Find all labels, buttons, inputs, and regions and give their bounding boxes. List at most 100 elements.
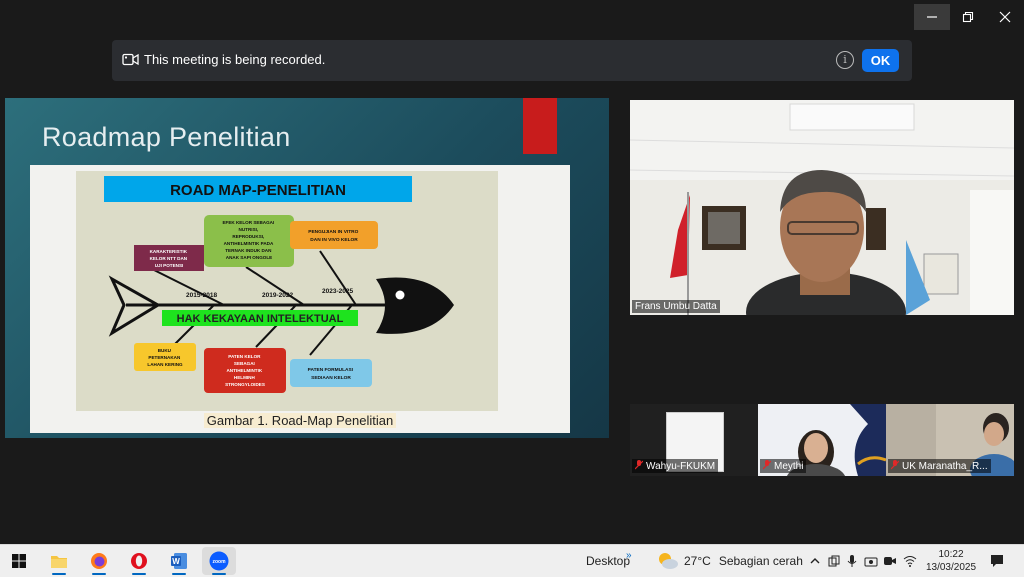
box-paten-kelor-line: SEBAGAI <box>234 361 255 366</box>
box-paten-formulasi <box>290 359 372 387</box>
camera-icon <box>864 557 878 567</box>
recording-message: This meeting is being recorded. <box>144 52 326 67</box>
box-karakteristik-line: UJI POTENSI <box>155 263 184 268</box>
wifi-icon <box>903 556 917 567</box>
spine-label-text: HAK KEKAYAAN INTELEKTUAL <box>177 313 344 325</box>
close-button[interactable] <box>987 4 1023 30</box>
participant-name-main: Frans Umbu Datta <box>632 300 720 313</box>
word-icon: W <box>171 553 187 569</box>
tray-camera[interactable] <box>864 545 878 577</box>
participant-tile-uk-maranatha[interactable]: UK Maranatha_R... <box>886 404 1014 476</box>
svg-text:zoom: zoom <box>212 559 226 565</box>
recording-banner: This meeting is being recorded. i OK <box>112 40 912 81</box>
box-paten-kelor-line: PATEN KELOR <box>228 354 261 359</box>
close-icon <box>999 11 1011 23</box>
file-explorer-icon <box>51 556 67 568</box>
portrait-frame-2 <box>866 208 886 250</box>
box-efek-line: EFEK KELOR SEBAGAI <box>222 220 274 225</box>
tray-zoom[interactable] <box>883 545 897 577</box>
taskbar-opera[interactable] <box>122 547 156 575</box>
chevron-up-icon <box>810 558 820 564</box>
ok-button[interactable]: OK <box>862 49 899 72</box>
clock[interactable]: 10:22 13/03/2025 <box>922 548 980 574</box>
year-label-1: 2015-2018 <box>186 292 217 299</box>
taskbar-file-explorer[interactable] <box>42 547 76 575</box>
shared-screen: Roadmap Penelitian ROAD MAP-PENELITIAN 2… <box>5 98 609 438</box>
muted-mic-icon <box>763 460 771 470</box>
svg-text:PATEN KELOR SEBAGAI: PATEN KELOR SEBAGAI ANTIHELMINTIK HELMIN… <box>225 354 265 387</box>
box-efek-line: ANTIHELMINTIK PADA <box>224 241 274 246</box>
box-paten-formulasi-line: SEDIAAN KELOR <box>311 375 351 381</box>
box-paten-kelor-line: ANTIHELMINTIK <box>226 368 262 373</box>
weather-desc: Sebagian cerah <box>718 554 803 568</box>
window <box>970 190 1014 315</box>
notifications-button[interactable] <box>990 545 1004 577</box>
taskbar-word[interactable]: W <box>162 547 196 575</box>
muted-mic-icon <box>891 460 899 470</box>
fishbone-diagram: ROAD MAP-PENELITIAN 2015-2018 2019-2022 <box>76 171 498 411</box>
year-label-2: 2019-2022 <box>262 292 293 299</box>
opera-icon <box>131 553 147 569</box>
tray-copy-icon[interactable] <box>828 545 840 577</box>
slide-image: ROAD MAP-PENELITIAN 2015-2018 2019-2022 <box>30 165 570 433</box>
box-efek-line: TERNAK INDUK DAN <box>225 248 272 253</box>
desktop-expand-icon[interactable]: » <box>626 539 632 571</box>
start-button[interactable] <box>2 547 36 575</box>
minimize-button[interactable] <box>914 4 950 30</box>
recording-camera-icon <box>122 53 139 66</box>
main-participant-video[interactable]: Frans Umbu Datta <box>630 100 1014 315</box>
box-karakteristik-line: KARAKTERISTIK <box>150 249 188 254</box>
box-efek-line: ANAK SAPI ONGOLE <box>226 255 272 260</box>
restore-icon <box>962 11 974 23</box>
clock-time: 10:22 <box>938 549 964 560</box>
box-pengujian <box>290 221 378 249</box>
fish-eye <box>395 290 405 300</box>
svg-text:KARAKTERISTIK KELOR: KARAKTERISTIK KELOR NTT DAN UJI POTENSI <box>150 249 189 268</box>
bone-upper-1 <box>147 266 225 306</box>
restore-button[interactable] <box>950 4 986 30</box>
slide-caption: Gambar 1. Road-Map Penelitian <box>203 413 397 428</box>
copy-icon <box>828 555 840 567</box>
taskbar: W zoom Desktop » 27°C Sebagian cerah 10:… <box>0 544 1024 577</box>
fishbone-svg: ROAD MAP-PENELITIAN 2015-2018 2019-2022 <box>104 176 454 393</box>
participant-tile-wahyu[interactable]: Wahyu-FKUKM <box>630 404 758 476</box>
weather-partly-sunny-icon <box>659 553 678 569</box>
notification-icon <box>991 555 1003 567</box>
participant-name: UK Maranatha_R... <box>902 461 988 472</box>
weather-widget[interactable]: 27°C Sebagian cerah <box>657 545 803 577</box>
portrait-photo <box>708 212 740 244</box>
video-scene <box>630 100 1014 315</box>
windows-start-icon <box>12 554 26 568</box>
fish-head <box>376 277 454 334</box>
taskbar-firefox[interactable] <box>82 547 116 575</box>
box-pengujian-line: DAN IN VIVO KELOR <box>310 237 358 243</box>
participant-name: Meythi <box>774 461 804 472</box>
firefox-icon <box>91 553 107 569</box>
desktop-label: Desktop <box>586 554 631 568</box>
desktop-button[interactable]: Desktop <box>586 545 630 577</box>
tray-microphone[interactable] <box>847 545 857 577</box>
box-paten-formulasi-line: PATEN FORMULASI <box>308 367 354 373</box>
info-icon[interactable]: i <box>836 51 854 69</box>
svg-text:W: W <box>172 557 180 566</box>
box-buku-line: LAHAN KERING <box>147 362 183 367</box>
taskbar-zoom[interactable]: zoom <box>202 547 236 575</box>
participant-name: Wahyu-FKUKM <box>646 461 716 472</box>
show-hidden-icons-button[interactable] <box>809 545 821 577</box>
header-text: ROAD MAP-PENELITIAN <box>170 182 346 199</box>
slide-title: Roadmap Penelitian <box>42 122 291 152</box>
box-efek-line: REPRODUKSI, <box>232 234 264 239</box>
clock-date: 13/03/2025 <box>925 562 977 573</box>
box-efek-line: NUTRISI, <box>239 227 259 232</box>
year-label-3: 2023-2025 <box>322 288 353 295</box>
box-paten-kelor-line: STRONGYLOIDES <box>225 382 265 387</box>
box-buku-line: PETERNAKAN <box>148 355 181 360</box>
tray-wifi[interactable] <box>903 545 917 577</box>
bone-upper-3 <box>319 250 357 306</box>
box-buku-line: BUKU <box>158 348 172 353</box>
zoom-icon: zoom <box>209 551 229 571</box>
microphone-icon <box>847 555 857 567</box>
box-karakteristik-line: KELOR NTT DAN <box>150 256 188 261</box>
minimize-icon <box>927 16 937 18</box>
participant-tile-meythi[interactable]: Meythi <box>758 404 886 476</box>
